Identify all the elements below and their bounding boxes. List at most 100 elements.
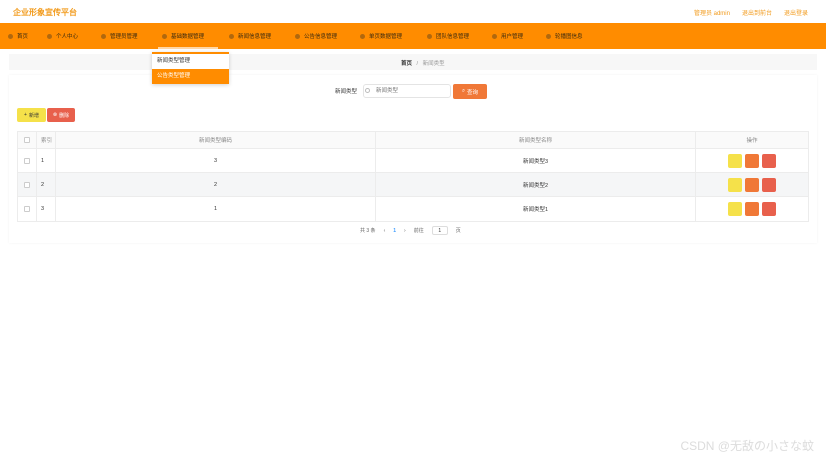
nav-item-team-management[interactable]: 团队信息管理 bbox=[427, 23, 469, 49]
search-input[interactable] bbox=[363, 84, 452, 98]
nav-item-notice-management[interactable]: 公告信息管理 bbox=[295, 23, 337, 49]
delete-button-label: 删除 bbox=[59, 112, 70, 119]
nav-item-label: 新闻信息管理 bbox=[238, 34, 272, 40]
top-bar: 企业形象宣传平台 管理员 admin 退出到前台 退出登录 bbox=[0, 0, 826, 23]
row-type-name: 新闻类型2 bbox=[376, 173, 696, 196]
goto-page-input[interactable] bbox=[431, 226, 448, 235]
detail-button[interactable] bbox=[728, 202, 742, 216]
nav-item-personal-center[interactable]: 个人中心 bbox=[47, 23, 78, 49]
nav-item-label: 团队信息管理 bbox=[436, 34, 470, 40]
logout-link[interactable]: 退出登录 bbox=[784, 8, 808, 17]
header-type-code: 新闻类型编码 bbox=[56, 132, 376, 148]
trash-icon: ⊗ bbox=[52, 112, 58, 118]
nav-item-base-data[interactable]: 基础数据管理 bbox=[157, 23, 219, 49]
row-select-cell bbox=[18, 173, 37, 196]
nav-item-label: 用户管理 bbox=[501, 34, 524, 40]
nav-item-single-page[interactable]: 单页数据管理 bbox=[360, 23, 402, 49]
row-index: 2 bbox=[37, 173, 56, 196]
nav-item-label: 首页 bbox=[17, 34, 29, 40]
nav-item-news-management[interactable]: 新闻信息管理 bbox=[229, 23, 271, 49]
row-index: 3 bbox=[37, 197, 56, 221]
edit-button[interactable] bbox=[745, 177, 759, 192]
prev-page-button[interactable]: ‹ bbox=[384, 228, 386, 234]
notice-icon bbox=[295, 33, 300, 39]
row-actions bbox=[696, 149, 808, 172]
dropdown-item-news-type[interactable]: 新闻类型管理 bbox=[152, 54, 229, 69]
table-header-row: 索引 新闻类型编码 新闻类型名称 操作 bbox=[18, 132, 808, 149]
breadcrumb-home[interactable]: 首页 bbox=[401, 61, 412, 67]
watermark: CSDN @无敌の小さな蚊 bbox=[680, 439, 814, 453]
detail-button[interactable] bbox=[728, 177, 742, 192]
users-icon bbox=[492, 33, 497, 39]
search-button-icon: ⌕ bbox=[461, 88, 466, 94]
goto-suffix: 页 bbox=[455, 228, 461, 234]
app-title: 企业形象宣传平台 bbox=[13, 8, 77, 17]
row-type-name: 新闻类型3 bbox=[376, 149, 696, 172]
edit-button[interactable] bbox=[745, 202, 759, 216]
home-icon bbox=[8, 33, 13, 39]
nav-item-label: 单页数据管理 bbox=[369, 34, 403, 40]
row-type-code: 1 bbox=[56, 197, 376, 221]
nav-item-admin-management[interactable]: 管理员管理 bbox=[101, 23, 138, 49]
nav-item-label: 轮播图信息 bbox=[555, 34, 583, 40]
delete-button[interactable]: ⊗ 删除 bbox=[47, 108, 75, 122]
header-index: 索引 bbox=[37, 132, 56, 148]
row-type-name: 新闻类型1 bbox=[376, 197, 696, 221]
nav-item-label: 基础数据管理 bbox=[171, 34, 205, 40]
add-button[interactable]: + 新增 bbox=[17, 108, 46, 122]
admin-icon bbox=[101, 33, 106, 39]
row-select-cell bbox=[18, 197, 37, 221]
edit-button[interactable] bbox=[745, 153, 759, 168]
row-checkbox[interactable] bbox=[24, 181, 30, 188]
team-icon bbox=[427, 33, 432, 39]
base-data-dropdown: 新闻类型管理 公告类型管理 bbox=[152, 52, 229, 84]
back-to-front-link[interactable]: 退出到前台 bbox=[742, 8, 772, 17]
search-button[interactable]: ⌕ 查询 bbox=[453, 84, 487, 99]
pagination-total: 共 3 条 bbox=[360, 228, 376, 234]
breadcrumb-bar: 首页 / 新闻类型 bbox=[9, 54, 817, 70]
add-button-label: 新增 bbox=[28, 112, 39, 119]
row-delete-button[interactable] bbox=[762, 202, 776, 216]
plus-icon: + bbox=[24, 112, 27, 118]
detail-button[interactable] bbox=[728, 153, 742, 168]
news-type-table: 索引 新闻类型编码 新闻类型名称 操作 1 3 新闻类型3 2 2 新闻类型2 … bbox=[17, 131, 809, 222]
nav-item-user-management[interactable]: 用户管理 bbox=[492, 23, 523, 49]
dropdown-item-notice-type[interactable]: 公告类型管理 bbox=[152, 69, 229, 84]
search-icon bbox=[365, 88, 370, 93]
row-select-cell bbox=[18, 149, 37, 172]
data-icon bbox=[162, 33, 167, 39]
row-checkbox[interactable] bbox=[24, 206, 30, 212]
row-actions bbox=[696, 197, 808, 221]
top-right-links: 管理员 admin 退出到前台 退出登录 bbox=[694, 8, 808, 17]
page-number-current[interactable]: 1 bbox=[393, 228, 396, 234]
goto-label: 前往 bbox=[413, 228, 424, 234]
next-page-button[interactable]: › bbox=[404, 228, 406, 234]
header-actions: 操作 bbox=[746, 138, 758, 144]
breadcrumb: 首页 / 新闻类型 bbox=[401, 59, 445, 67]
select-all-checkbox[interactable] bbox=[24, 137, 30, 143]
breadcrumb-separator: / bbox=[416, 61, 419, 67]
row-checkbox[interactable] bbox=[24, 157, 30, 164]
row-type-code: 2 bbox=[56, 173, 376, 196]
user-greeting[interactable]: 管理员 admin bbox=[694, 8, 730, 17]
nav-item-label: 个人中心 bbox=[56, 34, 79, 40]
search-button-label: 查询 bbox=[467, 89, 479, 96]
news-icon bbox=[229, 33, 234, 39]
nav-item-label: 公告信息管理 bbox=[304, 34, 338, 40]
table-row: 1 3 新闻类型3 bbox=[18, 149, 808, 173]
search-row: 新闻类型 bbox=[335, 84, 452, 98]
select-all-cell bbox=[18, 132, 37, 148]
table-row: 3 1 新闻类型1 bbox=[18, 197, 808, 221]
main-nav: 首页 个人中心 管理员管理 基础数据管理 新闻信息管理 公告信息管理 单页数据管… bbox=[0, 23, 826, 49]
row-type-code: 3 bbox=[56, 149, 376, 172]
search-label: 新闻类型 bbox=[335, 89, 358, 95]
nav-item-home[interactable]: 首页 bbox=[8, 23, 28, 49]
nav-item-carousel[interactable]: 轮播图信息 bbox=[546, 23, 583, 49]
carousel-icon bbox=[546, 33, 551, 39]
page-icon bbox=[360, 33, 365, 39]
row-actions bbox=[696, 173, 808, 196]
row-delete-button[interactable] bbox=[762, 153, 776, 168]
table-row: 2 2 新闻类型2 bbox=[18, 173, 808, 197]
breadcrumb-current: 新闻类型 bbox=[422, 61, 445, 67]
row-delete-button[interactable] bbox=[762, 177, 776, 192]
